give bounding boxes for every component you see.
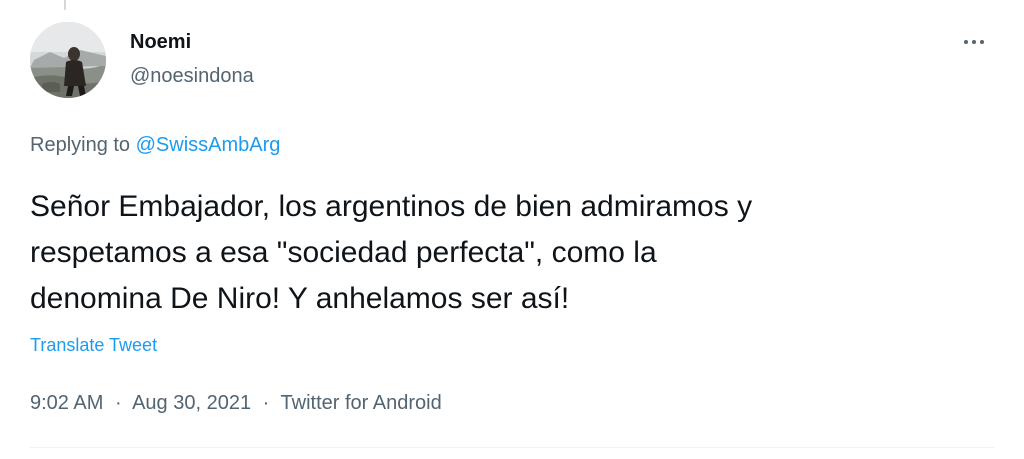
dot	[972, 40, 976, 44]
author-handle[interactable]: @noesindona	[130, 64, 254, 88]
reply-mention-link[interactable]: @SwissAmbArg	[136, 134, 281, 156]
divider	[30, 447, 994, 448]
tweet-text: Señor Embajador, los argentinos de bien …	[30, 184, 990, 322]
avatar-photo	[30, 22, 106, 98]
translate-tweet-link[interactable]: Translate Tweet	[30, 333, 157, 357]
meta-separator: ·	[114, 392, 122, 414]
tweet-date[interactable]: Aug 30, 2021	[132, 392, 251, 414]
tweet-text-line: denomina De Niro! Y anhelamos ser así!	[30, 282, 570, 315]
tweet-time[interactable]: 9:02 AM	[30, 392, 103, 414]
tweet-text-line: Señor Embajador, los argentinos de bien …	[30, 190, 753, 223]
avatar[interactable]	[30, 22, 106, 98]
dot	[964, 40, 968, 44]
dot	[980, 40, 984, 44]
tweet-metadata: 9:02 AM · Aug 30, 2021 · Twitter for And…	[30, 390, 442, 416]
author-name[interactable]: Noemi	[130, 30, 191, 54]
replying-to-label: Replying to	[30, 134, 136, 156]
tweet-card: Noemi @noesindona Replying to @SwissAmbA…	[0, 0, 1024, 459]
thread-connector-line	[64, 0, 66, 10]
meta-separator: ·	[262, 392, 270, 414]
replying-to: Replying to @SwissAmbArg	[30, 132, 280, 158]
tweet-source-link[interactable]: Twitter for Android	[281, 392, 442, 414]
tweet-text-line: respetamos a esa "sociedad perfecta", co…	[30, 236, 657, 269]
more-options-icon[interactable]	[954, 30, 994, 54]
